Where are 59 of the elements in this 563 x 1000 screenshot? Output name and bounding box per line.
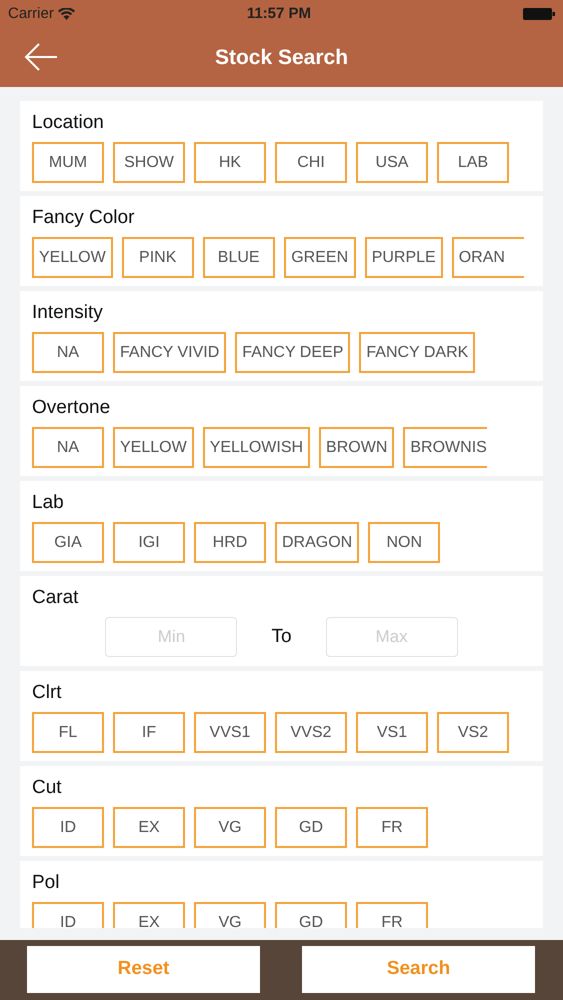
section-title: Lab — [32, 491, 65, 515]
option-chip[interactable]: VG — [194, 902, 266, 928]
option-chip[interactable]: FR — [356, 902, 428, 928]
option-chip[interactable]: GIA — [32, 522, 104, 563]
option-chip[interactable]: FANCY VIVID — [113, 332, 226, 373]
option-chip[interactable]: PINK — [122, 237, 194, 278]
option-chip[interactable]: EX — [113, 902, 185, 928]
time-label: 11:57 PM — [246, 4, 312, 24]
option-chip[interactable]: BROWN — [319, 427, 394, 468]
option-chip[interactable]: GREEN — [284, 237, 356, 278]
option-chip[interactable]: YELLOWISH — [202, 427, 310, 468]
option-chip[interactable]: NA — [32, 332, 104, 373]
option-chip[interactable]: HRD — [194, 522, 266, 563]
option-chip[interactable]: IF — [113, 712, 185, 753]
option-chip[interactable]: FANCY DARK — [359, 332, 476, 373]
option-chip[interactable]: USA — [356, 142, 428, 183]
option-chip[interactable]: ID — [32, 807, 104, 848]
option-chip[interactable]: GD — [275, 807, 347, 848]
carrier-label: Carrier — [8, 4, 54, 24]
option-chip[interactable]: ORAN — [452, 237, 524, 278]
option-chip[interactable]: FR — [356, 807, 428, 848]
option-chip[interactable]: NA — [32, 427, 104, 468]
option-chip[interactable]: GD — [275, 902, 347, 928]
back-button[interactable] — [24, 42, 58, 72]
option-chip[interactable]: VVS1 — [194, 712, 266, 753]
option-chip[interactable]: YELLOW — [113, 427, 194, 468]
back-arrow-icon — [24, 42, 58, 72]
option-chip[interactable]: FL — [32, 712, 104, 753]
section-title: Carat — [32, 586, 80, 610]
option-chip[interactable]: DRAGON — [275, 522, 360, 563]
section-title: Location — [32, 111, 105, 135]
section-title: Pol — [32, 871, 60, 895]
section-title: Fancy Color — [32, 206, 136, 230]
option-chip[interactable]: MUM — [32, 142, 104, 183]
section-title: Cut — [32, 776, 63, 800]
section-title: Intensity — [32, 301, 104, 325]
option-chip[interactable]: NON — [368, 522, 440, 563]
option-chip[interactable]: VS2 — [437, 712, 509, 753]
wifi-icon — [58, 8, 75, 20]
option-chip[interactable]: ID — [32, 902, 104, 928]
section-title: Overtone — [32, 396, 112, 420]
option-chip[interactable]: PURPLE — [364, 237, 443, 278]
range-separator: To — [271, 624, 292, 649]
option-chip[interactable]: FANCY DEEP — [235, 332, 350, 373]
option-chip[interactable]: SHOW — [113, 142, 185, 183]
option-chip[interactable]: VS1 — [356, 712, 428, 753]
option-chip[interactable]: VVS2 — [275, 712, 347, 753]
option-chip[interactable]: YELLOW — [32, 237, 113, 278]
option-chip[interactable]: EX — [113, 807, 185, 848]
screen-title: Stock Search — [214, 44, 348, 71]
option-chip[interactable]: HK — [194, 142, 266, 183]
option-chip[interactable]: IGI — [113, 522, 185, 563]
option-chip[interactable]: BLUE — [202, 237, 275, 278]
section-title: Clrt — [32, 681, 63, 705]
option-chip[interactable]: CHI — [275, 142, 347, 183]
option-chip[interactable]: LAB — [437, 142, 509, 183]
battery-icon — [523, 8, 555, 20]
option-chip[interactable]: VG — [194, 807, 266, 848]
option-chip[interactable]: BROWNIS — [403, 427, 487, 468]
